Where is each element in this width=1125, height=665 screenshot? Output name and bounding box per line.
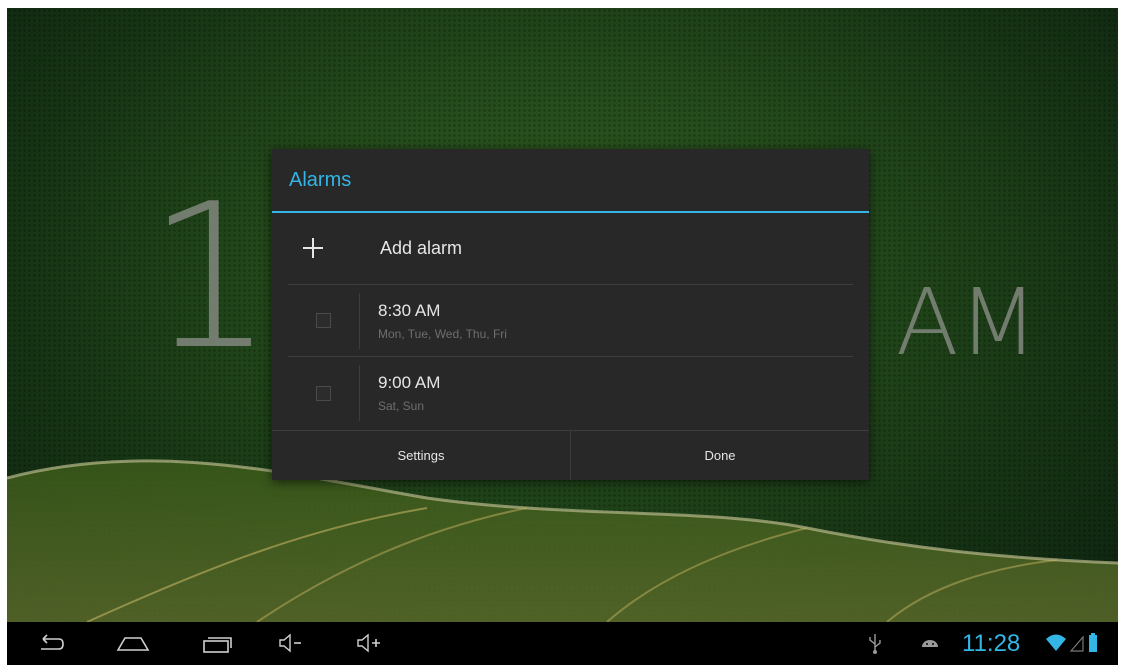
alarm-text: 9:00 AM Sat, Sun: [360, 373, 440, 413]
android-debug-icon: [922, 640, 938, 647]
dialog-button-bar: Settings Done: [272, 430, 869, 480]
alarm-toggle[interactable]: [288, 292, 360, 349]
signal-icon: [1069, 635, 1084, 652]
settings-button[interactable]: Settings: [272, 431, 570, 480]
status-clock: 11:28: [962, 630, 1021, 657]
home-icon[interactable]: [115, 630, 151, 656]
alarm-text: 8:30 AM Mon, Tue, Wed, Thu, Fri: [360, 301, 507, 341]
system-bar: 11:28: [7, 622, 1118, 665]
back-icon[interactable]: [35, 630, 65, 656]
wifi-icon: [1046, 634, 1066, 651]
alarm-row[interactable]: 8:30 AM Mon, Tue, Wed, Thu, Fri: [288, 285, 853, 357]
dialog-title: Alarms: [289, 168, 352, 191]
alarm-checkbox[interactable]: [316, 313, 331, 328]
recents-icon[interactable]: [200, 630, 234, 656]
add-alarm-label: Add alarm: [380, 238, 463, 258]
alarm-checkbox[interactable]: [316, 385, 331, 401]
volume-down-icon[interactable]: [277, 630, 307, 656]
add-alarm-row[interactable]: Add alarm: [288, 213, 853, 285]
alarm-time: 9:00 AM: [378, 373, 441, 392]
alarm-days: Mon, Tue, Wed, Thu, Fri: [378, 326, 507, 341]
volume-up-icon[interactable]: [355, 630, 385, 656]
alarm-toggle[interactable]: [288, 365, 360, 421]
alarms-dialog: Alarms Add alarm 8:30 AM Mon, Tue, Wed, …: [272, 149, 869, 480]
plus-icon: [288, 225, 336, 273]
clock-hour-display: 1: [147, 161, 274, 394]
battery-icon: [1089, 633, 1097, 652]
done-button[interactable]: Done: [570, 431, 869, 480]
dialog-header: Alarms: [272, 149, 869, 213]
clock-ampm-display: AM: [895, 269, 1038, 376]
alarm-days: Sat, Sun: [378, 399, 425, 413]
alarm-row[interactable]: 9:00 AM Sat, Sun: [288, 357, 853, 429]
usb-icon: [869, 634, 881, 654]
alarm-time: 8:30 AM: [378, 300, 441, 320]
